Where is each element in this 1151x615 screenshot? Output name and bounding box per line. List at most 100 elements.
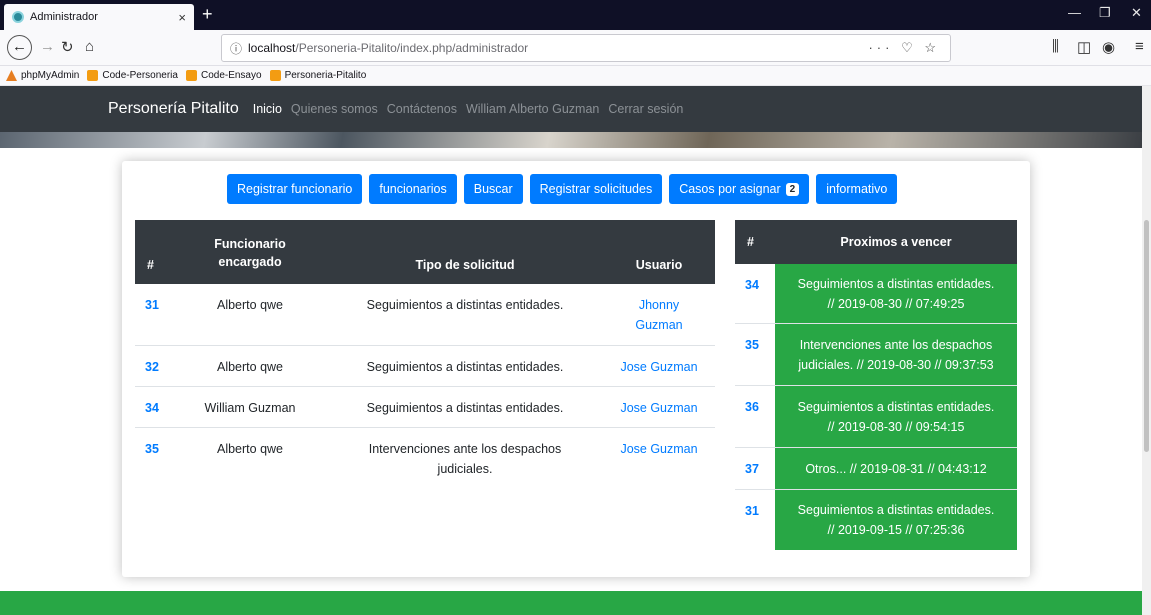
forward-icon[interactable]: → [40, 38, 55, 55]
nav-contactenos[interactable]: Contáctenos [387, 102, 457, 116]
xampp-icon [87, 70, 99, 81]
xampp-icon [185, 70, 197, 81]
home-icon[interactable]: ⌂ [85, 38, 94, 55]
table-row: 35 Alberto qwe Intervenciones ante los d… [135, 428, 715, 488]
hero-image [0, 132, 1142, 148]
restore-icon[interactable]: ❐ [1099, 5, 1111, 21]
bookmark-code-personeria[interactable]: Code-Personeria [87, 70, 178, 81]
col-tipo: Tipo de solicitud [415, 258, 515, 272]
side-row-line-2: // 2019-08-30 // 07:49:25 [827, 296, 965, 311]
bookmarks-bar: phpMyAdmin Code-Personeria Code-Ensayo P… [0, 66, 1151, 86]
address-bar[interactable]: ⓘ localhost /Personeria-Pitalito/index.p… [221, 34, 951, 62]
side-row: 31 Seguimientos a distintas entidades. /… [735, 490, 1017, 550]
casos-label: Casos por asignar [679, 182, 781, 196]
proximos-a-vencer-table: # Proximos a vencer 34 Seguimientos a di… [735, 220, 1017, 550]
new-tab-icon[interactable]: + [202, 5, 213, 23]
nav-quienes-somos[interactable]: Quienes somos [291, 102, 378, 116]
table-row: 32 Alberto qwe Seguimientos a distintas … [135, 346, 715, 387]
row-id[interactable]: 31 [145, 298, 159, 312]
row-usuario[interactable]: Jose Guzman [615, 439, 703, 459]
side-row-line-1: Seguimientos a distintas entidades. [797, 503, 995, 517]
reload-icon[interactable]: ↻ [61, 38, 74, 56]
tab-close-icon[interactable]: × [178, 10, 186, 25]
registrar-funcionario-button[interactable]: Registrar funcionario [227, 174, 363, 204]
row-tipo: Seguimientos a distintas entidades. [366, 401, 564, 415]
side-row-id[interactable]: 37 [745, 462, 759, 476]
side-table-header: # Proximos a vencer [735, 220, 1017, 264]
row-tipo: Intervenciones ante los despachos [368, 442, 562, 456]
tab-title: Administrador [30, 11, 98, 23]
phpmyadmin-icon [6, 70, 17, 81]
side-row: 36 Seguimientos a distintas entidades. /… [735, 386, 1017, 448]
page-actions-icon[interactable]: ··· ♡ ☆ [868, 40, 950, 56]
casos-por-asignar-button[interactable]: Casos por asignar 2 [669, 174, 810, 204]
menu-icon[interactable]: ≡ [1135, 38, 1144, 55]
scrollbar-thumb[interactable] [1144, 220, 1149, 452]
site-brand[interactable]: Personería Pitalito [108, 100, 239, 118]
row-id[interactable]: 32 [145, 360, 159, 374]
bookmark-label: Code-Personeria [102, 70, 178, 81]
nav-cerrar-sesion[interactable]: Cerrar sesión [608, 102, 683, 116]
side-row-line-2: // 2019-08-30 // 09:54:15 [827, 419, 965, 434]
registrar-solicitudes-button[interactable]: Registrar solicitudes [529, 174, 663, 204]
side-row-line-2: judiciales. // 2019-08-30 // 09:37:53 [798, 357, 994, 372]
row-id[interactable]: 35 [145, 442, 159, 456]
side-row-text: Seguimientos a distintas entidades. // 2… [775, 386, 1017, 447]
row-usuario[interactable]: Jose Guzman [615, 398, 703, 418]
row-id[interactable]: 34 [145, 401, 159, 415]
sidebar-icon[interactable]: ◫ [1077, 38, 1091, 56]
side-row-line-1: Seguimientos a distintas entidades. [797, 276, 995, 291]
side-row-id[interactable]: 31 [745, 504, 759, 518]
row-usuario[interactable]: Jose Guzman [615, 357, 703, 377]
table-header: # Funcionario encargado Tipo de solicitu… [135, 220, 715, 284]
row-usuario[interactable]: Jhonny [615, 295, 703, 315]
casos-count-badge: 2 [785, 182, 800, 196]
table-row: 31 Alberto qwe Seguimientos a distintas … [135, 284, 715, 346]
informativo-button[interactable]: informativo [816, 174, 898, 204]
side-row-text: Seguimientos a distintas entidades. // 2… [775, 490, 1017, 550]
account-icon[interactable]: ◉ [1102, 38, 1115, 56]
page-scrollbar[interactable] [1142, 86, 1151, 615]
row-funcionario: William Guzman [204, 401, 296, 415]
side-row-id[interactable]: 34 [745, 278, 759, 292]
row-tipo: Seguimientos a distintas entidades. [366, 298, 564, 312]
nav-inicio[interactable]: Inicio [253, 102, 282, 116]
row-funcionario: Alberto qwe [216, 442, 283, 456]
url-path: /Personeria-Pitalito/index.php/administr… [295, 41, 529, 55]
buscar-button[interactable]: Buscar [463, 174, 523, 204]
side-row-id[interactable]: 36 [745, 400, 759, 414]
side-row-line-1: Otros... // 2019-08-31 // 04:43:12 [805, 461, 987, 476]
minimize-icon[interactable]: — [1068, 5, 1081, 20]
side-row-line-1: Seguimientos a distintas entidades. [797, 399, 995, 414]
row-funcionario: Alberto qwe [216, 298, 283, 312]
nav-user-name[interactable]: William Alberto Guzman [466, 102, 599, 116]
row-usuario-2[interactable]: Guzman [615, 315, 703, 335]
bookmark-label: phpMyAdmin [21, 70, 80, 81]
back-icon[interactable]: ← [7, 35, 32, 60]
side-col-id: # [747, 235, 754, 249]
page-content: Personería Pitalito Inicio Quienes somos… [0, 86, 1142, 615]
side-row: 34 Seguimientos a distintas entidades. /… [735, 264, 1017, 324]
bookmark-label: Personeria-Pitalito [284, 70, 367, 81]
row-tipo-2: judiciales. [437, 462, 493, 476]
library-icon[interactable]: ⫼ [1052, 38, 1059, 55]
side-row-id[interactable]: 35 [745, 338, 759, 352]
action-buttons: Registrar funcionario funcionarios Busca… [227, 174, 904, 204]
side-col-title: Proximos a vencer [840, 235, 952, 249]
row-funcionario: Alberto qwe [216, 360, 283, 374]
site-info-icon[interactable]: ⓘ [230, 40, 242, 57]
side-row: 37 Otros... // 2019-08-31 // 04:43:12 [735, 448, 1017, 490]
funcionarios-button[interactable]: funcionarios [369, 174, 457, 204]
solicitudes-table: # Funcionario encargado Tipo de solicitu… [135, 220, 715, 488]
table-row: 34 William Guzman Seguimientos a distint… [135, 387, 715, 428]
bookmark-personeria-pitalito[interactable]: Personeria-Pitalito [269, 70, 367, 81]
bookmark-code-ensayo[interactable]: Code-Ensayo [185, 70, 262, 81]
browser-tab[interactable]: Administrador × [4, 4, 194, 30]
bookmark-label: Code-Ensayo [200, 70, 262, 81]
row-tipo: Seguimientos a distintas entidades. [366, 360, 564, 374]
side-row-text: Seguimientos a distintas entidades. // 2… [775, 264, 1017, 323]
side-row-text: Otros... // 2019-08-31 // 04:43:12 [775, 448, 1017, 489]
bookmark-phpmyadmin[interactable]: phpMyAdmin [6, 70, 79, 81]
window-close-icon[interactable]: ✕ [1131, 5, 1142, 21]
side-row-text: Intervenciones ante los despachos judici… [775, 324, 1017, 385]
